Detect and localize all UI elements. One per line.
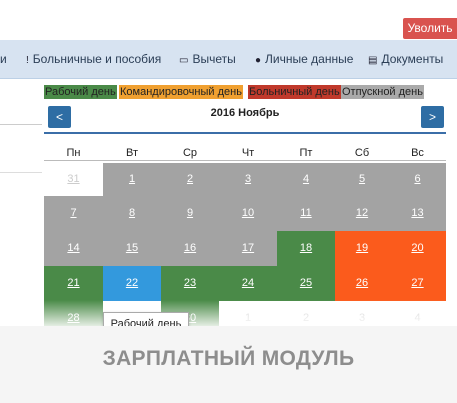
calendar-day[interactable]: 10 bbox=[219, 196, 277, 231]
calendar-day[interactable]: 21 bbox=[44, 266, 103, 301]
exclamation-icon: ! bbox=[26, 55, 29, 66]
calendar-day[interactable]: 9 bbox=[161, 196, 219, 231]
calendar-day[interactable]: 17 bbox=[219, 231, 277, 266]
calendar-day[interactable]: 18 bbox=[277, 231, 335, 266]
nav-item-partial[interactable]: и bbox=[0, 52, 7, 66]
user-icon: ● bbox=[255, 55, 262, 66]
calendar-day[interactable]: 31 bbox=[44, 163, 103, 196]
calendar-day[interactable]: 4 bbox=[277, 163, 335, 196]
calendar-day[interactable]: 25 bbox=[277, 266, 335, 301]
legend-vacation-day: Отпускной день bbox=[341, 85, 424, 99]
nav-item-label: Личные данные bbox=[265, 52, 354, 66]
nav-item-label: Больничные и пособия bbox=[32, 52, 162, 66]
calendar-day[interactable]: 15 bbox=[103, 231, 161, 266]
calendar-day[interactable]: 7 bbox=[44, 196, 103, 231]
calendar-day[interactable]: 6 bbox=[389, 163, 446, 196]
calendar-day[interactable]: 26 bbox=[335, 266, 389, 301]
calendar-day[interactable]: 24 bbox=[219, 266, 277, 301]
legend-working-day: Рабочий день bbox=[44, 85, 117, 99]
calendar-day[interactable]: 11 bbox=[277, 196, 335, 231]
weekday-label: Сб bbox=[354, 147, 370, 159]
nav-item-label: Документы bbox=[381, 52, 444, 66]
calendar-day[interactable]: 1 bbox=[103, 163, 161, 196]
document-icon: ▤ bbox=[368, 55, 378, 66]
weekday-divider bbox=[44, 160, 446, 161]
weekday-label: Пн bbox=[66, 147, 81, 159]
calendar-day[interactable]: 12 bbox=[335, 196, 389, 231]
weekday-label: Ср bbox=[182, 147, 198, 159]
weekday-label: Чт bbox=[241, 147, 255, 159]
calendar-day[interactable]: 13 bbox=[389, 196, 446, 231]
nav-item-label: и bbox=[0, 52, 7, 66]
top-navbar: и ! Больничные и пособия ▭ Вычеты ● Личные … bbox=[0, 40, 457, 79]
calendar-day[interactable]: 14 bbox=[44, 231, 103, 266]
card-icon: ▭ bbox=[179, 55, 189, 66]
calendar-day[interactable]: 27 bbox=[389, 266, 446, 301]
calendar-day[interactable]: 19 bbox=[335, 231, 389, 266]
calendar-day[interactable]: 2 bbox=[161, 163, 219, 196]
module-title: ЗАРПЛАТНЫЙ МОДУЛЬ bbox=[102, 347, 355, 370]
calendar-day[interactable]: 5 bbox=[335, 163, 389, 196]
fire-button[interactable]: Уволить bbox=[403, 18, 457, 39]
left-panel-divider bbox=[0, 124, 42, 125]
calendar-day[interactable]: 8 bbox=[103, 196, 161, 231]
calendar-day[interactable]: 16 bbox=[161, 231, 219, 266]
calendar-day[interactable]: 3 bbox=[219, 163, 277, 196]
weekday-label: Вс bbox=[411, 147, 424, 159]
calendar-day[interactable]: 22 bbox=[103, 266, 161, 301]
nav-item-sick-leave[interactable]: ! Больничные и пособия bbox=[26, 52, 161, 66]
left-panel-divider bbox=[0, 172, 42, 173]
nav-item-personal-data[interactable]: ● Личные данные bbox=[255, 52, 353, 66]
month-title: 2016 Ноябрь bbox=[210, 107, 280, 119]
legend-business-trip-day: Командировочный день bbox=[119, 85, 243, 99]
calendar-day[interactable]: 23 bbox=[161, 266, 219, 301]
weekday-label: Вт bbox=[125, 147, 138, 159]
weekday-label: Пт bbox=[299, 147, 313, 159]
nav-item-documents[interactable]: ▤ Документы bbox=[368, 52, 443, 66]
calendar-day[interactable]: 20 bbox=[389, 231, 446, 266]
legend-sick-day: Больничный день bbox=[248, 85, 341, 99]
nav-item-deductions[interactable]: ▭ Вычеты bbox=[179, 52, 236, 66]
nav-item-label: Вычеты bbox=[192, 52, 236, 66]
